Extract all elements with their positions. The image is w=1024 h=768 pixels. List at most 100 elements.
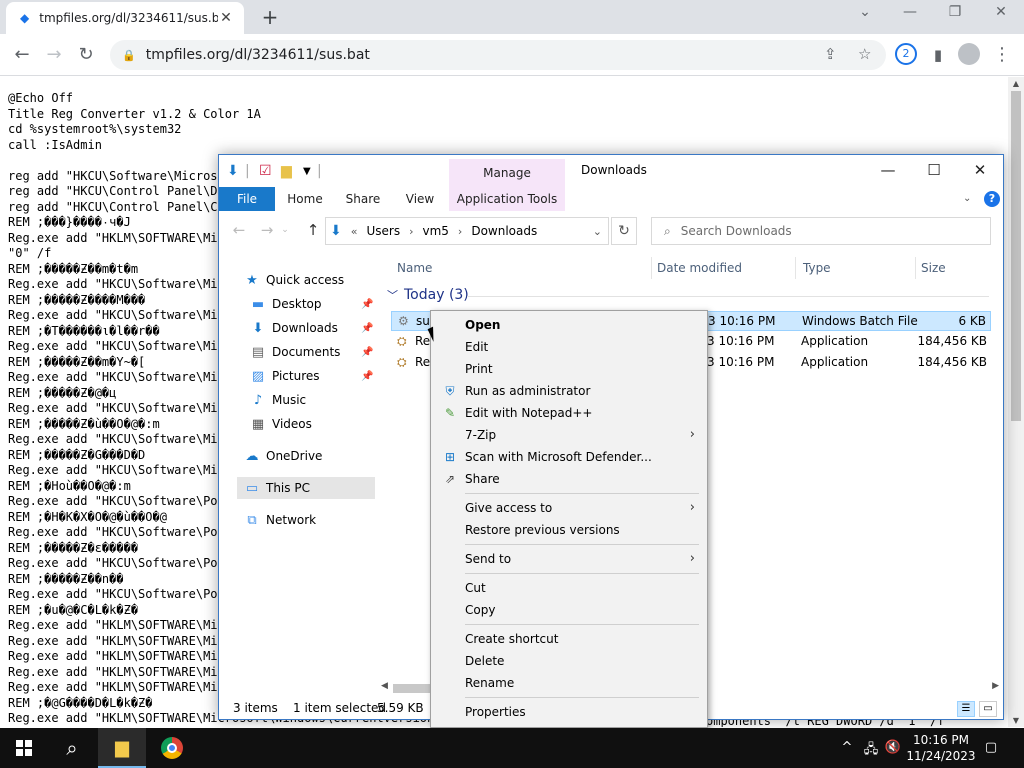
nav-onedrive[interactable]: ☁ OneDrive [243, 445, 379, 467]
menu-open[interactable]: Open [431, 314, 707, 336]
nav-downloads[interactable]: ⬇ Downloads 📌 [249, 317, 379, 339]
group-header-today[interactable]: ﹀ Today (3) [387, 287, 469, 303]
cloud-icon: ☁ [245, 448, 259, 464]
help-icon[interactable]: ? [984, 191, 1000, 207]
restore-icon[interactable]: ❐ [940, 4, 970, 20]
explorer-maximize-icon[interactable]: ☐ [911, 161, 957, 179]
expand-ribbon-icon[interactable]: ⌄ [963, 193, 971, 204]
lock-icon[interactable]: 🔒 [122, 49, 136, 62]
tab-file[interactable]: File [219, 187, 275, 211]
explorer-close-icon[interactable]: ✕ [957, 161, 1003, 179]
file-explorer-taskbar-icon[interactable]: ▆ [98, 728, 146, 768]
nav-music[interactable]: ♪ Music [249, 389, 379, 411]
page-scrollbar[interactable]: ▲ ▼ [1008, 77, 1024, 727]
scroll-down-icon[interactable]: ▼ [1008, 716, 1024, 725]
close-window-icon[interactable]: ✕ [986, 4, 1016, 20]
nav-desktop[interactable]: ▬ Desktop 📌 [249, 293, 379, 315]
taskbar-clock[interactable]: 10:16 PM 11/24/2023 [906, 732, 976, 764]
notifications-icon[interactable]: ▢ [982, 740, 1000, 755]
tab-close-icon[interactable]: ✕ [218, 10, 234, 26]
chrome-taskbar-icon[interactable] [148, 728, 196, 768]
scroll-right-icon[interactable]: ▶ [992, 681, 999, 691]
new-tab-icon[interactable]: + [258, 5, 282, 29]
menu-send-to[interactable]: Send to › [431, 548, 707, 570]
minimize-icon[interactable]: — [895, 4, 925, 20]
quick-access-down-icon[interactable]: ⬇ [227, 163, 239, 179]
nav-this-pc[interactable]: ▭ This PC [237, 477, 375, 499]
menu-restore-versions[interactable]: Restore previous versions [431, 519, 707, 541]
nav-network[interactable]: ⧉ Network [243, 509, 379, 531]
scroll-up-icon[interactable]: ▲ [1008, 79, 1024, 88]
menu-edit[interactable]: Edit [431, 336, 707, 358]
menu-copy[interactable]: Copy [431, 599, 707, 621]
start-button[interactable] [0, 728, 48, 768]
back-icon[interactable]: ← [10, 43, 34, 67]
downloads-icon[interactable]: 2 [895, 43, 917, 65]
menu-rename[interactable]: Rename [431, 672, 707, 694]
menu-delete[interactable]: Delete [431, 650, 707, 672]
explorer-back-icon[interactable]: ← [229, 221, 249, 239]
page-scroll-thumb[interactable] [1011, 91, 1021, 421]
up-folder-icon[interactable]: ↑ [303, 221, 323, 239]
download-arrow-icon: ⬇ [252, 320, 264, 336]
tab-share[interactable]: Share [337, 187, 389, 211]
menu-edit-notepadpp[interactable]: ✎ Edit with Notepad++ [431, 402, 707, 424]
bookmark-star-icon[interactable]: ☆ [858, 45, 871, 63]
volume-muted-icon[interactable]: 🔇 [884, 740, 902, 755]
network-tray-icon[interactable]: 🖧 [862, 740, 880, 762]
new-folder-qat-icon[interactable]: ▆ [281, 163, 292, 179]
menu-run-as-admin[interactable]: ⛨ Run as administrator [431, 380, 707, 402]
explorer-minimize-icon[interactable]: — [865, 161, 911, 179]
column-header-date[interactable]: Date modified [657, 257, 742, 279]
crumb-users[interactable]: Users [366, 224, 400, 238]
menu-7zip[interactable]: 7-Zip › [431, 424, 707, 446]
reload-icon[interactable]: ↻ [74, 43, 98, 67]
menu-properties[interactable]: Properties [431, 701, 707, 723]
refresh-icon[interactable]: ↻ [611, 217, 637, 245]
defender-icon: ⊞ [444, 450, 456, 464]
nav-pictures[interactable]: ▨ Pictures 📌 [249, 365, 379, 387]
crumb-downloads[interactable]: Downloads [471, 224, 537, 238]
properties-qat-icon[interactable]: ☑ [259, 163, 272, 179]
menu-share[interactable]: ⇗ Share [431, 468, 707, 490]
explorer-window-title: Downloads [581, 163, 647, 177]
column-header-name[interactable]: Name [397, 257, 432, 279]
column-header-size[interactable]: Size [921, 257, 946, 279]
crumb-vm5[interactable]: vm5 [422, 224, 448, 238]
large-icons-view-icon[interactable]: ▭ [979, 701, 997, 717]
address-bar[interactable]: 🔒 tmpfiles.org/dl/3234611/sus.bat ⇪ ☆ [110, 40, 886, 70]
menu-kebab-icon[interactable]: ⋮ [990, 43, 1014, 67]
manage-context-tab[interactable]: Manage [449, 159, 565, 187]
column-header-type[interactable]: Type [803, 257, 831, 279]
notepadpp-icon: ✎ [444, 406, 456, 420]
side-panel-icon[interactable]: ▮ [926, 43, 950, 67]
search-taskbar-icon[interactable]: ⌕ [48, 728, 96, 768]
recent-locations-icon[interactable]: ⌄ [275, 225, 295, 235]
details-view-icon[interactable]: ☰ [957, 701, 975, 717]
menu-give-access[interactable]: Give access to › [431, 497, 707, 519]
forward-icon[interactable]: → [42, 43, 66, 67]
url-text[interactable]: tmpfiles.org/dl/3234611/sus.bat [146, 47, 370, 63]
share-page-icon[interactable]: ⇪ [824, 45, 837, 63]
scroll-left-icon[interactable]: ◀ [381, 681, 388, 691]
menu-create-shortcut[interactable]: Create shortcut [431, 628, 707, 650]
nav-videos[interactable]: ▦ Videos [249, 413, 379, 435]
tab-home[interactable]: Home [281, 187, 329, 211]
address-dropdown-icon[interactable]: ⌄ [593, 225, 602, 238]
menu-cut[interactable]: Cut [431, 577, 707, 599]
tab-search-icon[interactable]: ⌄ [850, 4, 880, 20]
qat-dropdown-icon[interactable]: ▼ [303, 166, 311, 177]
document-icon: ▤ [251, 344, 265, 360]
explorer-address-bar[interactable]: ⬇ « Users › vm5 › Downloads ⌄ [325, 217, 609, 245]
menu-scan-defender[interactable]: ⊞ Scan with Microsoft Defender... [431, 446, 707, 468]
nav-quick-access[interactable]: ★ Quick access [243, 269, 379, 291]
menu-print[interactable]: Print [431, 358, 707, 380]
explorer-forward-icon[interactable]: → [257, 221, 277, 239]
profile-avatar[interactable] [958, 43, 980, 65]
nav-documents[interactable]: ▤ Documents 📌 [249, 341, 379, 363]
tab-application-tools[interactable]: Application Tools [449, 187, 565, 211]
search-box[interactable]: ⌕ Search Downloads [651, 217, 991, 245]
tray-overflow-icon[interactable]: ^ [838, 740, 856, 755]
browser-tab[interactable]: ◆ tmpfiles.org/dl/3234611/sus.bat ✕ [6, 2, 244, 34]
tab-view[interactable]: View [397, 187, 443, 211]
